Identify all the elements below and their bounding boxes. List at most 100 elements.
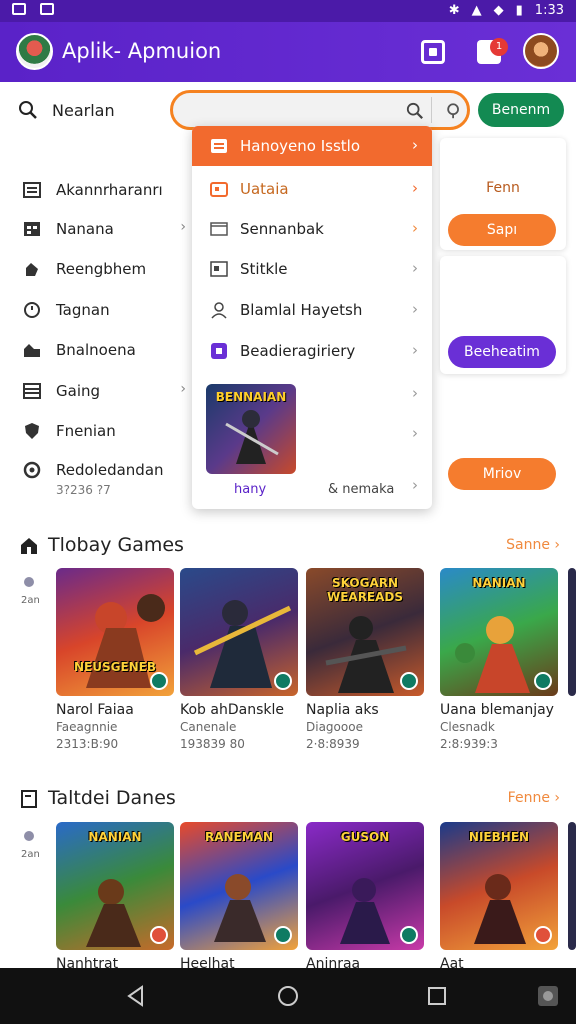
row-label: 2an <box>21 595 40 606</box>
sidebar-item[interactable]: Akannrharanrı <box>22 176 192 204</box>
sidebar-item[interactable]: Reengbhem <box>22 255 192 283</box>
dropdown-footer-row: › <box>192 466 432 506</box>
badge-icon <box>274 926 292 944</box>
signal-icon: ▲ <box>471 3 482 18</box>
battery-icon: ▮ <box>515 3 523 18</box>
image-icon <box>210 260 228 278</box>
avatar[interactable] <box>523 33 559 69</box>
game-card-partial[interactable] <box>568 568 576 696</box>
chevron-right-icon: › <box>412 219 418 237</box>
chevron-right-icon: › <box>412 341 418 359</box>
chevron-right-icon: › <box>412 476 418 494</box>
sidebar-item[interactable]: Tagnan <box>22 296 192 324</box>
dropdown-item[interactable]: Beadieragiriery › <box>192 331 432 371</box>
house-icon <box>22 340 42 360</box>
badge-icon <box>274 672 292 690</box>
section-header: Taltdei Danes Fenne › <box>20 786 560 812</box>
game-stat: 2313:B:90 <box>56 737 119 751</box>
back-icon[interactable] <box>124 984 148 1008</box>
app-title: Aplik- Apmuion <box>62 39 222 63</box>
see-all-link[interactable]: Sanne › <box>506 537 560 553</box>
app-bar: Aplik- Apmuion <box>0 22 576 82</box>
game-developer: Clesnadk <box>440 720 495 734</box>
badge-icon <box>400 926 418 944</box>
game-card[interactable]: NEUSGENEB <box>56 568 174 696</box>
dropdown-item-label: Stitkle <box>240 260 288 278</box>
recents-icon[interactable] <box>425 984 449 1008</box>
sidebar-item-label: Tagnan <box>56 301 110 319</box>
headset-icon <box>22 460 42 480</box>
chevron-right-icon: › <box>412 384 418 402</box>
search-icon[interactable] <box>406 102 424 120</box>
game-stat: 2·8:8939 <box>306 737 360 751</box>
navigation-bar <box>0 968 576 1024</box>
orange-button[interactable]: Mriov <box>448 458 556 490</box>
game-developer: Faeagnnie <box>56 720 118 734</box>
search-input[interactable] <box>170 90 470 130</box>
game-card[interactable]: NANIAN <box>440 568 558 696</box>
section-header: Tlobay Games Sanne › <box>20 533 560 559</box>
accessibility-icon[interactable] <box>536 984 560 1008</box>
game-name: Uana blemanjay <box>440 702 554 718</box>
sidebar-item[interactable]: Redoledandan <box>22 456 192 484</box>
sidebar-item[interactable]: Fnenian <box>22 417 192 445</box>
wifi-icon: ◆ <box>493 3 504 18</box>
dropdown-item[interactable]: Uataia › <box>192 169 432 209</box>
game-card[interactable]: NIEBHEN <box>440 822 558 950</box>
sidebar-item[interactable]: Gaing › <box>22 377 192 405</box>
dropdown-item[interactable]: Blamlal Hayetsh › <box>192 290 432 330</box>
game-card-partial[interactable] <box>568 822 576 950</box>
chevron-right-icon: › <box>180 381 186 397</box>
search-label: Nearlan <box>52 100 115 120</box>
puzzle-icon <box>22 259 42 279</box>
sidebar-item-label: Gaing <box>56 382 101 400</box>
shield-icon <box>22 421 42 441</box>
dropdown-item-label: Sennanbak <box>240 220 324 238</box>
game-card[interactable]: NANIAN <box>56 822 174 950</box>
media-icon <box>40 3 54 15</box>
chevron-right-icon: › <box>180 219 186 235</box>
search-button[interactable]: Benenm <box>478 93 564 127</box>
purple-button[interactable]: Beeheatim <box>448 336 556 368</box>
search-label-row[interactable]: Nearlan <box>18 96 168 124</box>
notification-icon <box>12 3 26 15</box>
badge-icon <box>534 672 552 690</box>
row-indicator <box>24 831 34 841</box>
dropdown-item-label: Uataia <box>240 180 289 198</box>
badge-icon <box>400 672 418 690</box>
app-logo <box>16 33 53 70</box>
dropdown-header-item[interactable]: Hanoyeno Isstlo › <box>192 126 432 166</box>
dropdown-menu: Hanoyeno Isstlo › Uataia › Sennanbak › S… <box>192 126 432 509</box>
game-card[interactable]: GUSON <box>306 822 424 950</box>
voice-search-icon[interactable] <box>445 102 463 120</box>
badge-icon <box>150 926 168 944</box>
screen-icon[interactable] <box>421 40 445 64</box>
game-art <box>225 410 279 464</box>
dropdown-item[interactable]: Stitkle › <box>192 249 432 289</box>
badge-icon <box>534 926 552 944</box>
game-card[interactable] <box>180 568 298 696</box>
search-icon <box>19 101 37 119</box>
dropdown-item-label: Blamlal Hayetsh <box>240 301 363 319</box>
dropdown-item-label: Beadieragiriery <box>240 342 356 360</box>
sidebar-item[interactable]: Bnalnoena <box>22 336 192 364</box>
game-card[interactable]: RANEMAN <box>180 822 298 950</box>
dropdown-item[interactable]: Sennanbak › <box>192 209 432 249</box>
chevron-right-icon: › <box>412 136 418 154</box>
see-all-link[interactable]: Fenne › <box>508 790 560 806</box>
sidebar-item-label: Akannrharanrı <box>56 181 163 199</box>
game-thumbnail[interactable]: BENNAIAN <box>206 384 296 474</box>
sidebar-item[interactable]: Nanana › <box>22 215 192 243</box>
chevron-right-icon: › <box>412 259 418 277</box>
window-icon <box>210 220 228 238</box>
clock-icon <box>22 300 42 320</box>
game-card[interactable]: SKOGARN WEAREADS <box>306 568 424 696</box>
chevron-right-icon: › <box>412 300 418 318</box>
chevron-right-icon: › <box>412 179 418 197</box>
purple-box-icon <box>210 342 228 360</box>
home-button-icon[interactable] <box>276 984 300 1008</box>
orange-button[interactable]: Sapı <box>448 214 556 246</box>
menu-icon <box>210 137 228 155</box>
notification-badge: 1 <box>490 38 508 56</box>
card-text: Fenn <box>486 180 520 196</box>
